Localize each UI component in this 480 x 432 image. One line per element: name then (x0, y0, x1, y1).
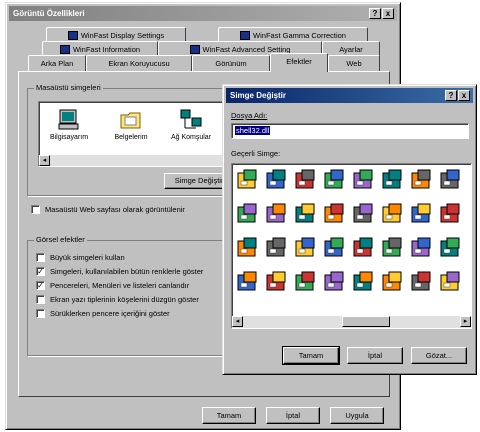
tab-efektler[interactable]: Efektler (270, 53, 328, 72)
winfast-icon (67, 30, 78, 40)
smooth-fonts-label: Ekran yazı tiplerinin köşelerini düzgün … (50, 295, 199, 304)
printer-folder-icon[interactable] (381, 168, 405, 192)
winfast-icon (59, 44, 70, 54)
ok-button[interactable]: Tamam (202, 407, 256, 424)
calendar-doc-icon[interactable] (410, 270, 434, 294)
folder-docs-icon[interactable] (236, 202, 260, 226)
shared-disk-icon[interactable] (410, 236, 434, 260)
my-computer-label: Bilgisayarım (49, 134, 89, 141)
tab-web[interactable]: Web (328, 55, 380, 71)
cd-player-icon[interactable] (294, 168, 318, 192)
user-pen-icon[interactable] (323, 168, 347, 192)
smooth-fonts-checkbox[interactable] (36, 295, 45, 304)
network-globe-icon[interactable] (323, 236, 347, 260)
tab-arka-plan[interactable]: Arka Plan (28, 55, 86, 71)
file-name-input[interactable]: shell32.dll (231, 123, 469, 139)
tab-label: Ekran Koruyucusu (108, 59, 170, 68)
network-neighborhood-label: Ağ Komşular (170, 134, 212, 141)
shortcut-folder-icon[interactable] (410, 202, 434, 226)
file-name-value: shell32.dll (235, 126, 271, 135)
network-users-icon[interactable] (439, 236, 463, 260)
scroll-left-button[interactable]: ◂ (232, 316, 243, 327)
my-documents-item[interactable]: Belgelerim (109, 108, 153, 141)
drag-contents-label: Sürüklerken pencere içeriğini göster (50, 309, 170, 318)
my-documents-label: Belgelerim (114, 134, 148, 141)
document-list-icon[interactable] (439, 270, 463, 294)
scroll-thumb[interactable] (342, 316, 390, 327)
folder-arrow-icon[interactable] (352, 270, 376, 294)
blank-document-icon[interactable] (323, 270, 347, 294)
visual-effects-group-label: Görsel efektler (34, 235, 87, 244)
desktop-icons-group-label: Masaüstü simgeleri (34, 83, 103, 92)
calendar-icon[interactable] (265, 168, 289, 192)
display-properties-title: Görüntü Özellikleri (13, 9, 85, 18)
file-name-label: Dosya Adı: (231, 111, 268, 120)
close-button[interactable]: x (458, 90, 470, 101)
tab-label: Ayarlar (339, 45, 363, 54)
computer-search-icon[interactable] (352, 236, 376, 260)
winfast-icon (240, 30, 251, 40)
recycle-full-icon[interactable] (410, 168, 434, 192)
tab-label: WinFast Gamma Correction (253, 31, 346, 40)
pencil-tools-icon[interactable] (236, 236, 260, 260)
icon-grid-inner (236, 168, 466, 308)
apply-button[interactable]: Uygula (330, 407, 384, 424)
tab-label: WinFast Display Settings (80, 31, 165, 40)
current-icon-label: Geçerli Simge: (231, 149, 281, 158)
animate-windows-label: Pencereleri, Menüleri ve listeleri canla… (50, 281, 190, 290)
display-properties-titlebar[interactable]: Görüntü Özellikleri ? x (9, 6, 397, 21)
font-folder-icon[interactable] (265, 236, 289, 260)
animate-windows-checkbox[interactable]: ✓ (36, 281, 45, 290)
help-button[interactable]: ? (445, 90, 457, 101)
large-icons-label: Büyük simgeleri kullan (50, 253, 125, 262)
close-button[interactable]: x (382, 8, 394, 19)
web-checkbox-label: Masaüstü Web sayfası olarak görüntülenir (45, 205, 185, 214)
tab-gorunum[interactable]: Görünüm (192, 55, 270, 71)
change-icon-dialog: Simge Değiştir ? x Dosya Adı: shell32.dl… (222, 84, 477, 375)
web-checkbox[interactable] (31, 205, 40, 214)
my-computer-item[interactable]: Bilgisayarım (47, 108, 91, 141)
browse-button[interactable]: Gözat... (411, 347, 467, 364)
tab-ekran-koruyucusu[interactable]: Ekran Koruyucusu (86, 55, 192, 71)
tab-label: Web (346, 59, 362, 68)
scroll-right-button[interactable]: ▸ (460, 316, 471, 327)
monitor-globe-icon[interactable] (352, 202, 376, 226)
tree-icon[interactable] (294, 202, 318, 226)
folder-chart-icon[interactable] (236, 270, 260, 294)
dialog-ok-button[interactable]: Tamam (282, 346, 340, 365)
find-computer-icon[interactable] (323, 202, 347, 226)
drive-folder-icon[interactable] (265, 202, 289, 226)
find-file-icon[interactable] (352, 168, 376, 192)
cancel-button[interactable]: İptal (266, 407, 320, 424)
network-icon (180, 109, 202, 129)
small-folder-icon[interactable] (294, 270, 318, 294)
recycle-bin-icon[interactable] (236, 168, 260, 192)
tab-label: WinFast Information (72, 45, 141, 54)
icon-grid[interactable]: ◂ ▸ (231, 163, 472, 329)
tab-label: Efektler (286, 57, 312, 66)
change-icon-title: Simge Değiştir (230, 91, 287, 100)
mspaint-icon[interactable] (265, 270, 289, 294)
programs-arrow-icon[interactable] (439, 168, 463, 192)
change-icon-titlebar[interactable]: Simge Değiştir ? x (226, 88, 473, 103)
winfast-icon (189, 44, 200, 54)
notebook-icon[interactable] (294, 236, 318, 260)
help-button[interactable]: ? (369, 8, 381, 19)
computer-icon (58, 109, 79, 130)
all-colors-checkbox[interactable]: ✓ (36, 267, 45, 276)
large-icons-checkbox[interactable] (36, 253, 45, 262)
hand-printer-icon[interactable] (381, 236, 405, 260)
network-drive-icon[interactable] (381, 270, 405, 294)
tab-label: Arka Plan (40, 59, 74, 68)
drag-contents-checkbox[interactable] (36, 309, 45, 318)
printer-icon[interactable] (381, 202, 405, 226)
all-colors-label: Simgeleri, kullanılabilen bütün renklerl… (50, 267, 204, 276)
tab-label: Görünüm (215, 59, 247, 68)
network-neighborhood-item[interactable]: Ağ Komşular (163, 108, 219, 141)
folder-open-icon[interactable] (439, 202, 463, 226)
folder-icon (120, 112, 141, 129)
scroll-left-button[interactable]: ◂ (39, 155, 50, 166)
icon-grid-hscrollbar[interactable]: ◂ ▸ (232, 316, 471, 328)
dialog-cancel-button[interactable]: İptal (347, 347, 403, 364)
